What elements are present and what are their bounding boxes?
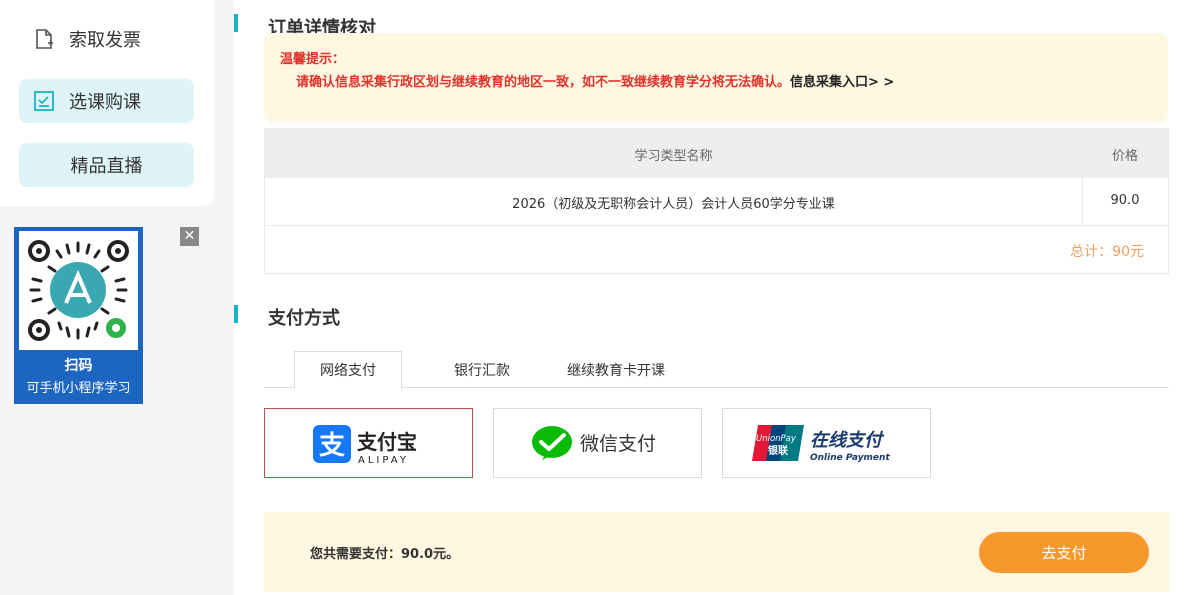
tab-bank-transfer[interactable]: 银行汇款 — [434, 351, 530, 388]
payment-tabs: 网络支付 银行汇款 继续教育卡开课 — [264, 351, 1169, 389]
invoice-icon — [33, 28, 55, 50]
notice-body: 请确认信息采集行政区划与继续教育的地区一致，如不一致继续教育学分将无法确认。信息… — [296, 71, 894, 90]
svg-text:Online Payment: Online Payment — [810, 453, 890, 463]
svg-text:银联: 银联 — [768, 444, 788, 457]
svg-text:ALIPAY: ALIPAY — [358, 455, 409, 465]
tab-education-card[interactable]: 继续教育卡开课 — [554, 351, 678, 388]
svg-text:微信支付: 微信支付 — [580, 433, 656, 455]
wechat-pay-logo-icon: 微信支付 — [531, 426, 656, 460]
unionpay-logo-icon: UnionPay 银联 在线支付 Online Payment — [751, 425, 890, 463]
alipay-option[interactable]: 支 支付宝 ALIPAY — [264, 408, 473, 478]
svg-text:支: 支 — [318, 431, 344, 461]
sidebar-item-invoice[interactable]: 索取发票 — [19, 17, 194, 61]
pay-button[interactable]: 去支付 — [979, 532, 1149, 573]
info-collection-link[interactable]: 信息采集入口> > — [790, 75, 894, 90]
notice-text: 请确认信息采集行政区划与继续教育的地区一致，如不一致继续教育学分将无法确认。 — [296, 75, 791, 90]
checklist-icon — [33, 90, 55, 112]
notice-title: 温馨提示： — [280, 52, 346, 67]
amount-due: 您共需要支付：90.0元。 — [310, 547, 460, 562]
payment-summary-bar: 您共需要支付：90.0元。 去支付 — [264, 512, 1169, 592]
warning-notice: 温馨提示： 请确认信息采集行政区划与继续教育的地区一致，如不一致继续教育学分将无… — [264, 33, 1168, 122]
table-row: 2026（初级及无职称会计人员）会计人员60学分专业课 90.0 — [265, 178, 1168, 226]
svg-text:UnionPay: UnionPay — [756, 434, 797, 444]
course-name: 2026（初级及无职称会计人员）会计人员60学分专业课 — [512, 197, 835, 212]
tab-online-payment[interactable]: 网络支付 — [294, 351, 402, 389]
svg-text:在线支付: 在线支付 — [810, 430, 885, 451]
qr-promo: 扫码 可手机小程序学习 — [14, 227, 143, 404]
order-table: 学习类型名称 价格 2026（初级及无职称会计人员）会计人员60学分专业课 90… — [264, 128, 1169, 274]
sidebar-item-label: 精品直播 — [70, 156, 143, 177]
qr-subtitle: 可手机小程序学习 — [26, 381, 131, 396]
sidebar: 索取发票 选课购课 精品直播 — [0, 0, 214, 206]
section-marker — [234, 305, 238, 323]
sidebar-item-course-purchase[interactable]: 选课购课 — [19, 79, 194, 123]
qr-title: 扫码 — [64, 358, 93, 374]
course-price: 90.0 — [1110, 193, 1140, 208]
svg-text:支付宝: 支付宝 — [357, 430, 417, 454]
order-total: 总计：90元 — [1070, 244, 1144, 260]
mini-program-qr-code — [19, 231, 138, 350]
column-header-name: 学习类型名称 — [634, 149, 713, 164]
sidebar-item-label: 索取发票 — [69, 30, 141, 51]
alipay-logo-icon: 支 支付宝 ALIPAY — [312, 425, 417, 465]
payment-title: 支付方式 — [268, 308, 340, 329]
section-marker — [234, 14, 238, 32]
column-header-price: 价格 — [1111, 149, 1138, 164]
wechat-pay-option[interactable]: 微信支付 — [493, 408, 702, 478]
table-header: 学习类型名称 价格 — [265, 129, 1168, 178]
unionpay-option[interactable]: UnionPay 银联 在线支付 Online Payment — [722, 408, 931, 478]
sidebar-item-label: 选课购课 — [69, 92, 141, 113]
sidebar-item-live[interactable]: 精品直播 — [19, 143, 194, 187]
close-icon[interactable]: ✕ — [180, 227, 199, 246]
main-content: 订单详情核对 温馨提示： 请确认信息采集行政区划与继续教育的地区一致，如不一致继… — [234, 0, 1195, 595]
